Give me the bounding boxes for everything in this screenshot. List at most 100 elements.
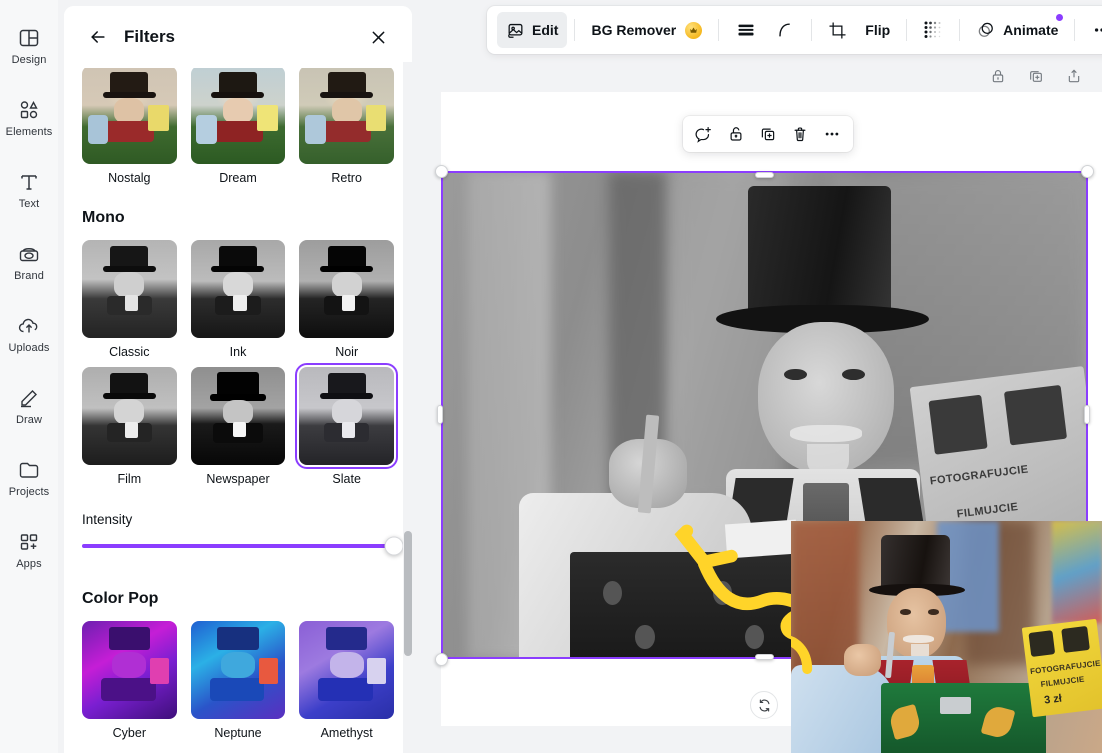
duplicate-icon <box>759 125 777 143</box>
filter-thumb-classic <box>82 240 177 338</box>
more-horizontal-icon <box>1091 20 1102 40</box>
scrollbar-thumb[interactable] <box>404 531 412 656</box>
preview-colorful-banner <box>1052 521 1102 624</box>
filter-label-classic: Classic <box>109 345 150 359</box>
transparency-button[interactable] <box>914 12 952 48</box>
preview-sign-camera-glyph <box>1028 630 1056 657</box>
sidebar-label-projects: Projects <box>8 486 50 498</box>
app-root: Design Elements Text Brand Uploads Draw … <box>0 0 1102 753</box>
duplicate-element-button[interactable] <box>753 120 783 148</box>
delete-button[interactable] <box>785 120 815 148</box>
bg-remover-button[interactable]: BG Remover <box>582 12 711 48</box>
element-more-button[interactable] <box>817 120 847 148</box>
filter-thumb-neptune <box>190 621 286 719</box>
filter-item-film[interactable]: Film <box>82 367 177 486</box>
share-export-button[interactable] <box>1060 62 1088 90</box>
filter-label-nostalg: Nostalg <box>108 171 151 185</box>
sidebar-label-text: Text <box>18 198 40 210</box>
sidebar-item-uploads[interactable]: Uploads <box>0 298 58 370</box>
preview-sign-video-glyph <box>1061 626 1091 653</box>
filter-item-neptune[interactable]: Neptune <box>190 621 286 740</box>
resize-handle-right[interactable] <box>1084 405 1090 424</box>
filter-item-classic[interactable]: Classic <box>82 240 177 359</box>
preview-left-eye <box>899 609 912 615</box>
filter-item-noir[interactable]: Noir <box>299 240 394 359</box>
filter-item-cyber[interactable]: Cyber <box>82 621 177 740</box>
filter-item-retro[interactable]: Retro <box>299 66 394 185</box>
filter-label-noir: Noir <box>335 345 359 359</box>
filter-item-ink[interactable]: Ink <box>190 240 286 359</box>
toolbar-divider-3 <box>811 19 813 41</box>
photo-sign-text-line2: FILMUJCIE <box>956 501 1019 521</box>
intensity-label: Intensity <box>82 512 133 527</box>
sidebar-item-apps[interactable]: Apps <box>0 514 58 586</box>
sidebar-label-apps: Apps <box>16 558 42 570</box>
flip-button[interactable]: Flip <box>856 12 899 48</box>
curve-icon <box>775 20 795 40</box>
filter-grid-mono: Classic Ink Noir Film Newspaper Slate <box>82 240 398 486</box>
intensity-slider-knob[interactable] <box>384 536 404 556</box>
crop-icon <box>828 21 847 40</box>
toolbar-divider-5 <box>959 19 961 41</box>
transparency-dots-icon <box>923 20 943 40</box>
lock-icon <box>990 68 1006 84</box>
filters-panel-scrollbar[interactable] <box>403 62 412 753</box>
filter-thumb-ink <box>190 240 286 338</box>
sidebar-item-design[interactable]: Design <box>0 10 58 82</box>
back-button[interactable] <box>82 21 114 53</box>
intensity-slider-track[interactable] <box>82 536 404 556</box>
projects-icon <box>17 458 41 482</box>
adjust-button[interactable] <box>726 12 766 48</box>
photo-sign-text-line1: FOTOGRAFUJCIE <box>929 463 1029 488</box>
refresh-button[interactable] <box>750 691 778 719</box>
close-panel-button[interactable] <box>362 21 394 53</box>
filter-item-nostalg[interactable]: Nostalg <box>82 66 177 185</box>
sidebar-item-brand[interactable]: Brand <box>0 226 58 298</box>
filter-thumb-cyber <box>82 621 177 719</box>
sidebar-label-design: Design <box>11 54 47 66</box>
sidebar-item-draw[interactable]: Draw <box>0 370 58 442</box>
filter-label-cyber: Cyber <box>112 726 146 740</box>
preview-organ-latch <box>940 697 972 714</box>
filter-item-slate[interactable]: Slate <box>295 363 398 486</box>
animate-button[interactable]: Animate <box>967 12 1067 48</box>
filter-thumb-noir <box>299 240 394 338</box>
sidebar-item-projects[interactable]: Projects <box>0 442 58 514</box>
preview-right-eye <box>927 609 940 615</box>
original-color-preview[interactable]: FOTOGRAFUJCIE FILMUJCIE 3 zł <box>791 521 1102 753</box>
filter-thumb-slate <box>295 363 398 469</box>
curve-button[interactable] <box>766 12 804 48</box>
comment-add-button[interactable] <box>689 120 719 148</box>
unlock-button[interactable] <box>721 120 751 148</box>
crown-icon <box>685 21 703 39</box>
resize-handle-left[interactable] <box>437 405 443 424</box>
filter-thumb-newspaper <box>190 367 286 465</box>
resize-handle-bottom-left[interactable] <box>435 653 448 666</box>
sidebar-item-elements[interactable]: Elements <box>0 82 58 154</box>
resize-handle-top-left[interactable] <box>435 165 448 178</box>
duplicate-page-button[interactable] <box>1022 62 1050 90</box>
comment-add-icon <box>695 125 713 143</box>
preview-moustache <box>902 634 935 643</box>
filter-item-dream[interactable]: Dream <box>190 66 286 185</box>
toolbar-more-button[interactable] <box>1082 12 1102 48</box>
sidebar-item-text[interactable]: Text <box>0 154 58 226</box>
edit-button[interactable]: Edit <box>497 12 568 48</box>
filter-item-amethyst[interactable]: Amethyst <box>299 621 394 740</box>
unlock-icon <box>727 125 745 143</box>
resize-handle-top[interactable] <box>755 172 774 178</box>
filter-label-retro: Retro <box>331 171 362 185</box>
filter-thumb-dream <box>190 66 286 164</box>
lock-button[interactable] <box>984 62 1012 90</box>
resize-handle-top-right[interactable] <box>1081 165 1094 178</box>
text-icon <box>17 170 41 194</box>
left-sidebar: Design Elements Text Brand Uploads Draw … <box>0 0 58 753</box>
toolbar-divider-4 <box>906 19 908 41</box>
bg-remover-label: BG Remover <box>591 22 677 38</box>
filters-scroll-container[interactable]: Nostalg Dream Retro Mono Classic Ink Noi… <box>64 62 412 753</box>
crop-button[interactable] <box>819 12 856 48</box>
filter-item-newspaper[interactable]: Newspaper <box>190 367 286 486</box>
resize-handle-bottom[interactable] <box>755 654 774 660</box>
image-edit-icon <box>506 21 525 40</box>
filters-panel-header: Filters <box>64 6 412 68</box>
